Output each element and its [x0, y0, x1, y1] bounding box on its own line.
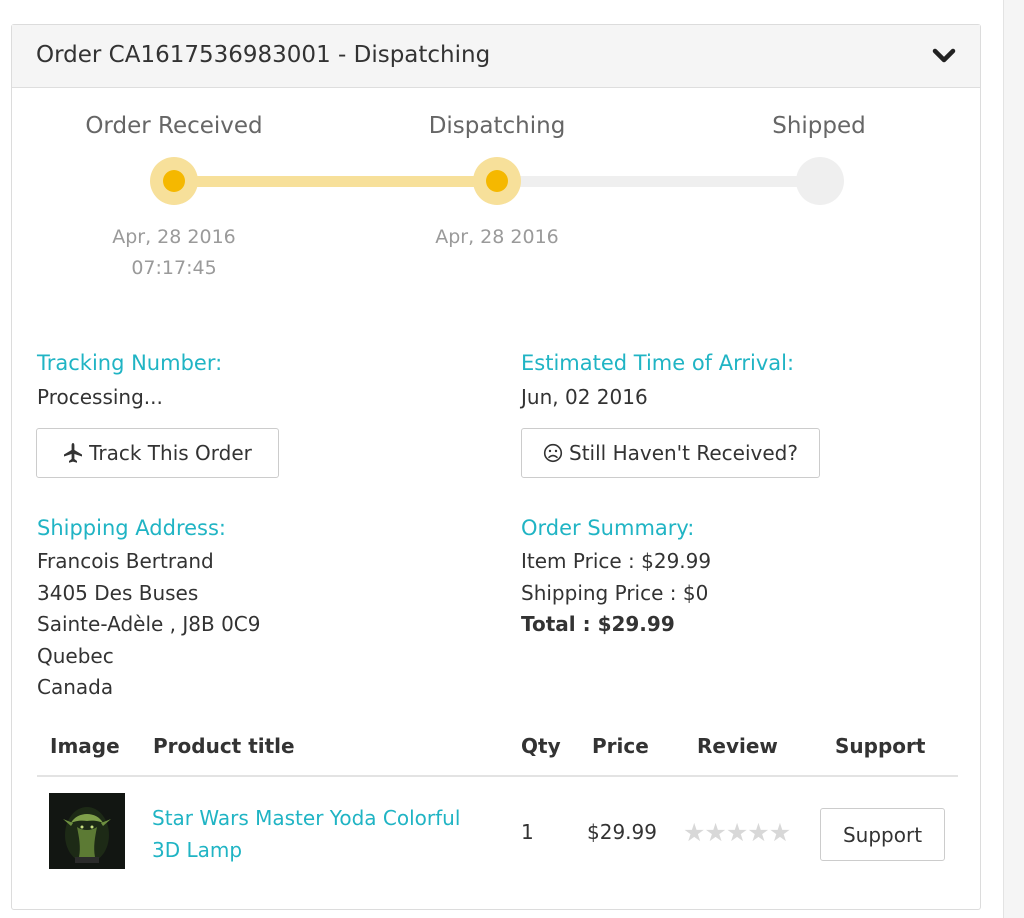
- progress-track-pending: [497, 176, 820, 187]
- column-header-qty: Qty: [521, 734, 561, 758]
- column-header-review: Review: [697, 734, 778, 758]
- star-icon[interactable]: ★: [683, 818, 705, 847]
- order-title: Order CA1617536983001 - Dispatching: [36, 42, 491, 68]
- shipping-address-city: Sainte-Adèle , J8B 0C9: [37, 612, 261, 636]
- column-header-product-title: Product title: [153, 734, 295, 758]
- order-summary-heading: Order Summary:: [521, 516, 695, 540]
- review-star-rating[interactable]: ★★★★★: [683, 818, 791, 847]
- step-dot-shipped: [796, 157, 844, 205]
- step-label-order-received: Order Received: [85, 113, 263, 139]
- eta-value: Jun, 02 2016: [521, 385, 648, 409]
- shipping-address-country: Canada: [37, 675, 114, 699]
- product-title-link[interactable]: Star Wars Master Yoda Colorful 3D Lamp: [152, 802, 492, 866]
- progress-track-completed: [174, 176, 497, 187]
- sad-face-icon: [543, 443, 563, 463]
- chevron-down-icon[interactable]: [930, 43, 958, 69]
- tracking-number-value: Processing...: [37, 385, 163, 409]
- table-header-divider: [37, 775, 958, 777]
- summary-total: Total : $29.99: [521, 612, 675, 636]
- step-label-shipped: Shipped: [772, 113, 866, 139]
- track-order-label: Track This Order: [89, 441, 252, 465]
- tracking-number-heading: Tracking Number:: [37, 351, 223, 375]
- shipping-address-heading: Shipping Address:: [37, 516, 226, 540]
- shipping-address-province: Quebec: [37, 644, 114, 668]
- step-dot-inner: [163, 170, 185, 192]
- star-icon[interactable]: ★: [726, 818, 748, 847]
- column-header-price: Price: [592, 734, 649, 758]
- product-thumbnail[interactable]: [49, 793, 125, 869]
- column-header-support: Support: [835, 734, 926, 758]
- step-date-order-received: Apr, 28 2016: [112, 226, 236, 248]
- summary-shipping-price: Shipping Price : $0: [521, 581, 709, 605]
- eta-heading: Estimated Time of Arrival:: [521, 351, 795, 375]
- support-button[interactable]: Support: [820, 808, 945, 861]
- star-icon[interactable]: ★: [747, 818, 769, 847]
- step-date-dispatching: Apr, 28 2016: [435, 226, 559, 248]
- summary-item-price: Item Price : $29.99: [521, 549, 712, 573]
- star-icon[interactable]: ★: [704, 818, 726, 847]
- column-header-image: Image: [50, 734, 120, 758]
- row-price: $29.99: [587, 820, 657, 844]
- order-panel-header[interactable]: Order CA1617536983001 - Dispatching: [12, 25, 980, 88]
- star-icon[interactable]: ★: [769, 818, 791, 847]
- step-dot-order-received: [150, 157, 198, 205]
- still-havent-received-button[interactable]: Still Haven't Received?: [521, 428, 820, 478]
- airplane-icon: [63, 442, 83, 464]
- row-qty: 1: [521, 820, 534, 844]
- track-order-button[interactable]: Track This Order: [36, 428, 279, 478]
- step-time-order-received: 07:17:45: [131, 257, 217, 279]
- shipping-address-street: 3405 Des Buses: [37, 581, 199, 605]
- step-label-dispatching: Dispatching: [428, 113, 566, 139]
- shipping-address-name: Francois Bertrand: [37, 549, 214, 573]
- step-dot-dispatching: [473, 157, 521, 205]
- still-havent-received-label: Still Haven't Received?: [569, 441, 798, 465]
- step-dot-inner: [486, 170, 508, 192]
- page-scrollbar-gutter[interactable]: [1003, 0, 1024, 918]
